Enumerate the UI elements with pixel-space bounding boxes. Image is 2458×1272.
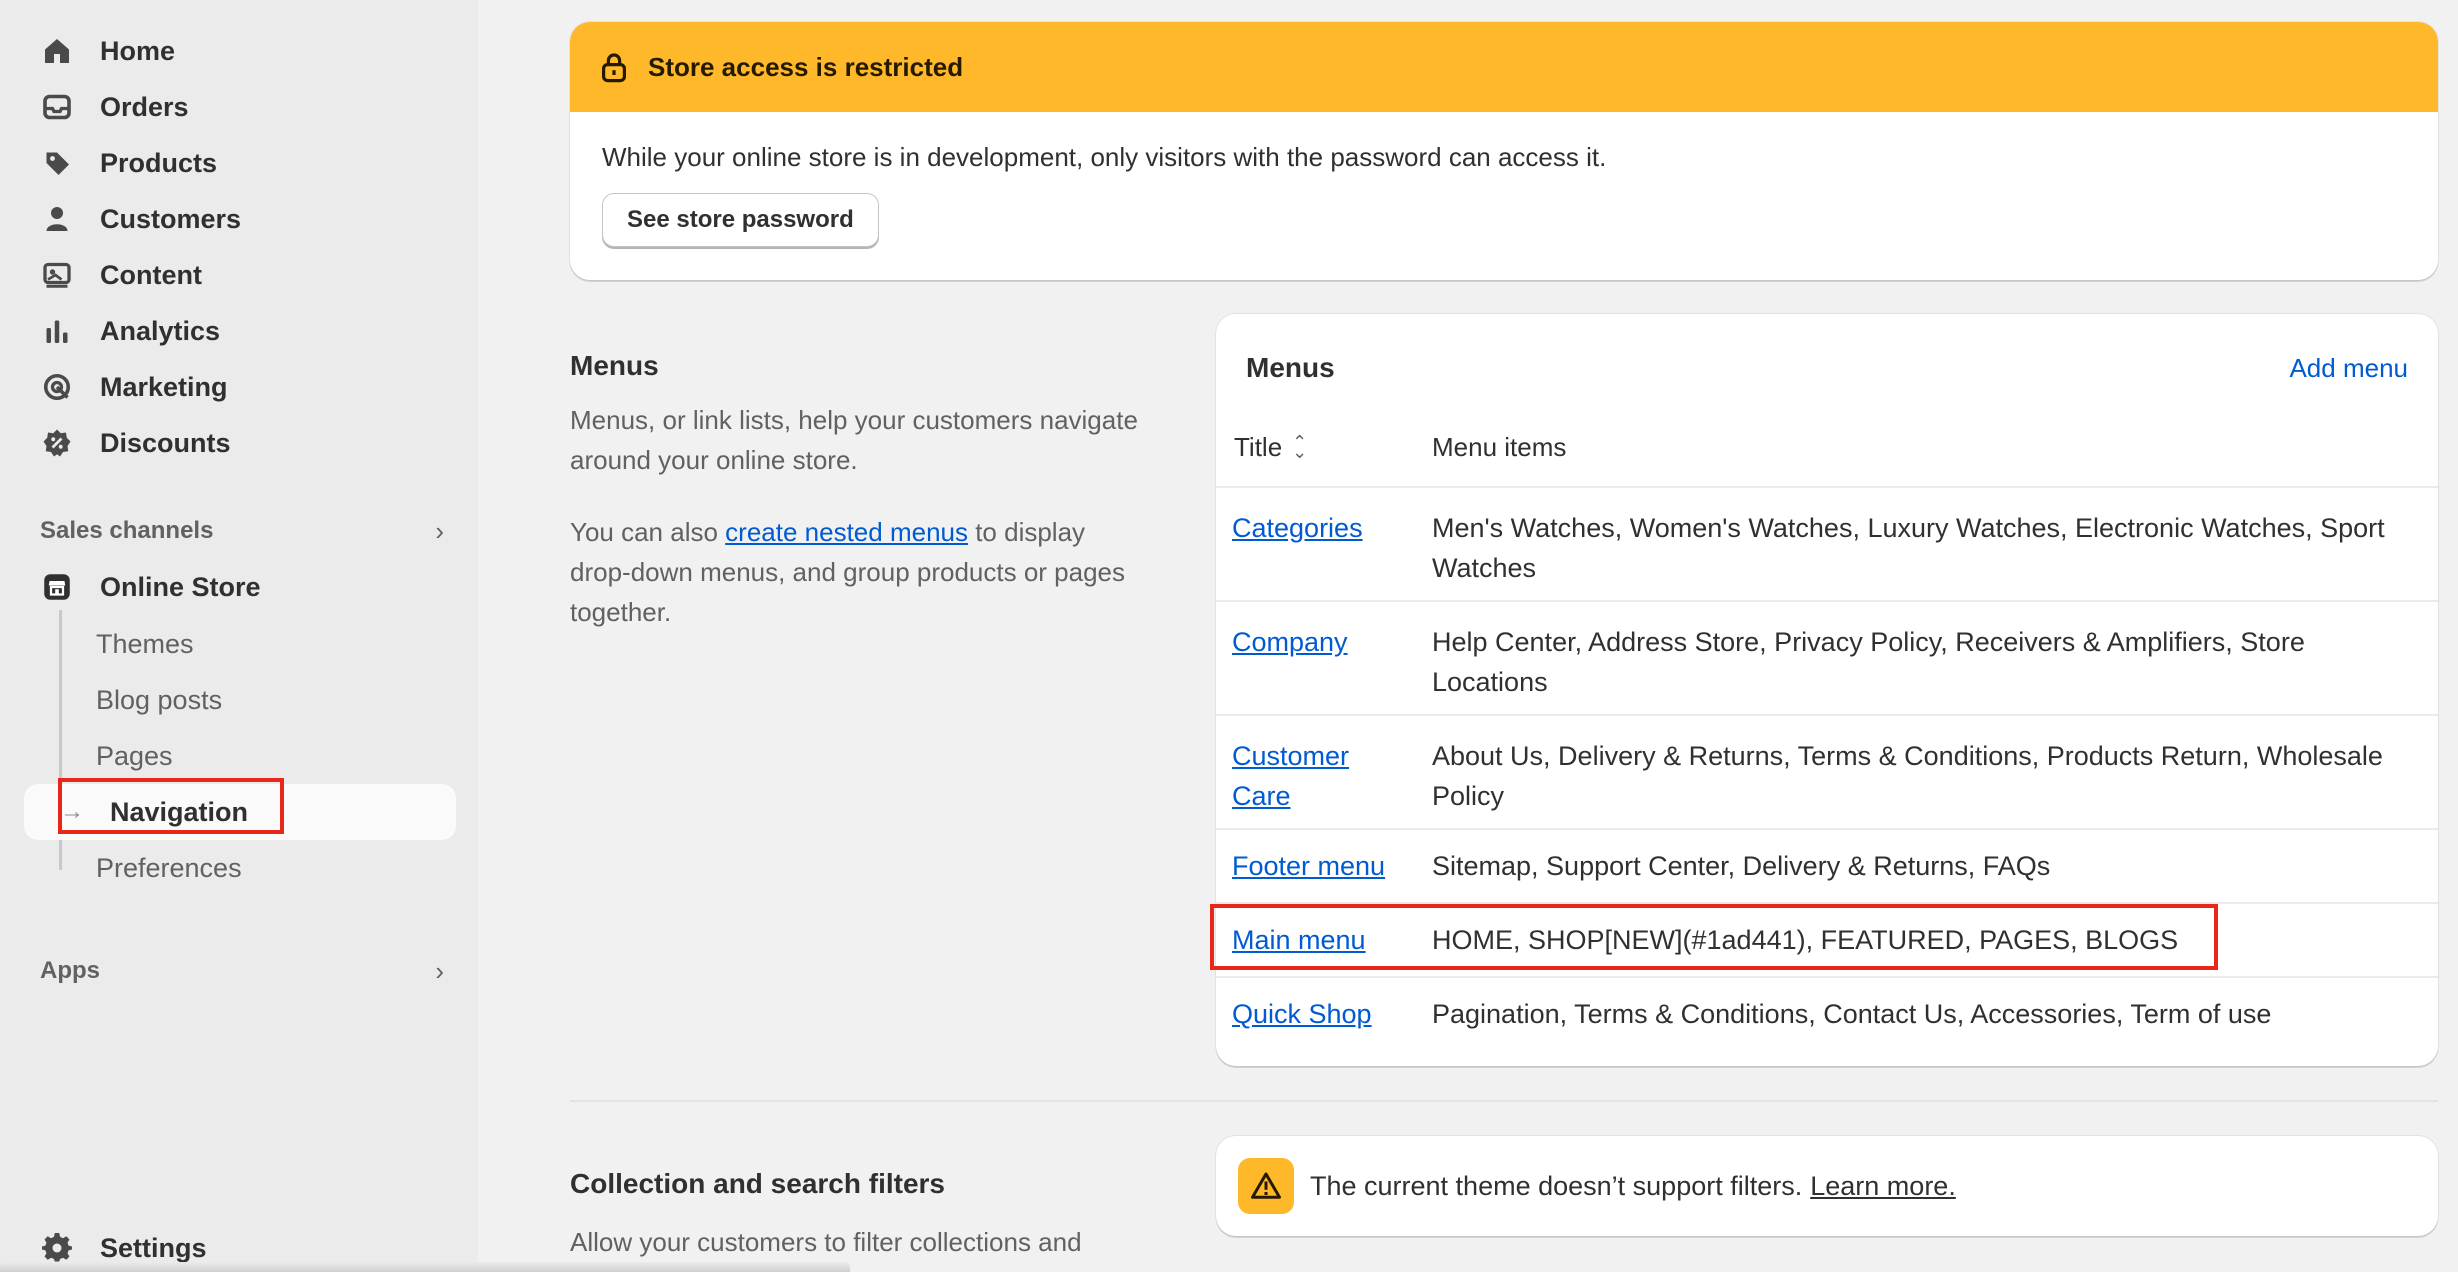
sidebar-subitem-navigation[interactable]: → Navigation (24, 784, 456, 840)
sidebar-item-analytics[interactable]: Analytics (24, 305, 456, 357)
add-menu-link[interactable]: Add menu (2289, 353, 2408, 384)
menu-title-link[interactable]: Quick Shop (1232, 994, 1432, 1034)
sidebar-item-label: Customers (100, 203, 242, 234)
menu-items-cell: Men's Watches, Women's Watches, Luxury W… (1432, 513, 2385, 583)
filters-section-title: Collection and search filters (570, 1168, 945, 1199)
home-icon (40, 34, 74, 68)
menu-items-cell: HOME, SHOP[NEW](#1ad441), FEATURED, PAGE… (1432, 925, 2179, 955)
gear-icon (40, 1231, 74, 1265)
table-row[interactable]: Company Help Center, Address Store, Priv… (1216, 600, 2438, 714)
sidebar-item-discounts[interactable]: Discounts (24, 417, 456, 469)
see-store-password-button[interactable]: See store password (602, 193, 879, 247)
table-row[interactable]: Footer menu Sitemap, Support Center, Del… (1216, 828, 2438, 902)
column-header-title-label: Title (1234, 431, 1283, 462)
menus-card-header: Menus Add menu (1246, 348, 2408, 388)
menus-card-title: Menus (1246, 352, 1335, 383)
sidebar-item-label: Analytics (100, 315, 221, 346)
store-icon (40, 570, 74, 604)
filters-notice-text: The current theme doesn’t support filter… (1310, 1170, 1803, 1201)
sidebar-item-label: Settings (100, 1232, 207, 1263)
target-icon (40, 370, 74, 404)
table-row[interactable]: Customer Care About Us, Delivery & Retur… (1216, 714, 2438, 828)
sidebar-item-content[interactable]: Content (24, 249, 456, 301)
sidebar-item-products[interactable]: Products (24, 137, 456, 189)
menu-title-link[interactable]: Main menu (1232, 920, 1432, 960)
filters-section-desc: Allow your customers to filter collectio… (570, 1227, 1082, 1257)
sidebar-subitem-label: Themes (96, 628, 194, 659)
sidebar-item-label: Online Store (100, 571, 261, 602)
sidebar-item-label: Orders (100, 91, 189, 122)
sidebar-item-home[interactable]: Home (24, 25, 456, 77)
sidebar-item-label: Products (100, 147, 218, 178)
menu-title-link[interactable]: Company (1232, 622, 1412, 662)
sidebar-item-marketing[interactable]: Marketing (24, 361, 456, 413)
sidebar: Home Orders Products Customers Content A… (0, 0, 478, 1272)
sidebar-item-label: Discounts (100, 427, 231, 458)
sidebar-subitem-label: Pages (96, 740, 173, 771)
learn-more-link[interactable]: Learn more. (1810, 1171, 1956, 1202)
sort-icon: ⌃ ⌄ (1292, 432, 1308, 462)
menus-section-title: Menus (570, 350, 659, 381)
chevron-right-icon: › (435, 955, 444, 986)
menu-items-cell: Sitemap, Support Center, Delivery & Retu… (1432, 851, 2051, 881)
banner-body: While your online store is in developmen… (570, 112, 2438, 277)
apps-header[interactable]: Apps › (40, 949, 444, 993)
table-row[interactable]: Quick Shop Pagination, Terms & Condition… (1216, 976, 2438, 1050)
sidebar-item-label: Home (100, 35, 176, 66)
sidebar-item-label: Marketing (100, 371, 228, 402)
sidebar-subitem-label: Navigation (110, 796, 249, 827)
tag-icon (40, 146, 74, 180)
banner-title: Store access is restricted (648, 51, 964, 82)
discount-icon (40, 426, 74, 460)
menu-items-cell: Pagination, Terms & Conditions, Contact … (1432, 999, 2272, 1029)
menus-section-desc: Menus, or link lists, help your customer… (570, 405, 1138, 475)
menu-title-link[interactable]: Customer Care (1232, 736, 1382, 816)
sidebar-item-customers[interactable]: Customers (24, 193, 456, 245)
sidebar-subitem-blog-posts[interactable]: Blog posts (96, 676, 436, 724)
chevron-right-icon: › (435, 515, 444, 546)
warning-icon (1238, 1158, 1294, 1214)
store-access-banner: Store access is restricted While your on… (570, 22, 2438, 280)
sidebar-subitem-pages[interactable]: Pages (96, 732, 436, 780)
apps-label: Apps (40, 957, 100, 984)
banner-header: Store access is restricted (570, 22, 2438, 112)
column-header-title[interactable]: Title ⌃ ⌄ (1234, 424, 1307, 470)
column-header-menu-items-label: Menu items (1432, 431, 1567, 462)
menus-section-desc-nested: You can also create nested menus to disp… (570, 512, 1150, 632)
menu-title-link[interactable]: Categories (1232, 508, 1412, 548)
column-header-menu-items: Menu items (1432, 424, 1566, 470)
arrow-right-icon: → (60, 798, 84, 825)
menus-card: Menus Add menu Title ⌃ ⌄ Menu items Categ… (1216, 314, 2438, 1066)
bottom-edge (0, 1262, 850, 1272)
app-root: Home Orders Products Customers Content A… (0, 0, 2458, 1272)
image-icon (40, 258, 74, 292)
section-divider (570, 1100, 2438, 1102)
banner-text: While your online store is in developmen… (602, 142, 1607, 172)
sidebar-item-orders[interactable]: Orders (24, 81, 456, 133)
sidebar-subitem-themes[interactable]: Themes (96, 620, 436, 668)
sidebar-subitem-preferences[interactable]: Preferences (96, 844, 436, 892)
sidebar-item-online-store[interactable]: Online Store (24, 561, 456, 613)
sidebar-item-label: Content (100, 259, 202, 290)
menu-items-cell: Help Center, Address Store, Privacy Poli… (1432, 627, 2305, 697)
person-icon (40, 202, 74, 236)
inbox-icon (40, 90, 74, 124)
sales-channels-header[interactable]: Sales channels › (40, 509, 444, 553)
sidebar-subitem-label: Blog posts (96, 684, 223, 715)
filters-notice-card: The current theme doesn’t support filter… (1216, 1136, 2438, 1236)
menu-title-link[interactable]: Footer menu (1232, 846, 1432, 886)
menu-items-cell: About Us, Delivery & Returns, Terms & Co… (1432, 741, 2383, 811)
table-row[interactable]: Main menu HOME, SHOP[NEW](#1ad441), FEAT… (1216, 902, 2438, 976)
sales-channels-label: Sales channels (40, 517, 214, 544)
lock-icon (602, 53, 626, 83)
create-nested-menus-link[interactable]: create nested menus (725, 517, 968, 547)
table-row[interactable]: Categories Men's Watches, Women's Watche… (1216, 486, 2438, 600)
sidebar-subitem-label: Preferences (96, 852, 242, 883)
desc-text-before: You can also (570, 517, 726, 547)
bar-chart-icon (40, 314, 74, 348)
